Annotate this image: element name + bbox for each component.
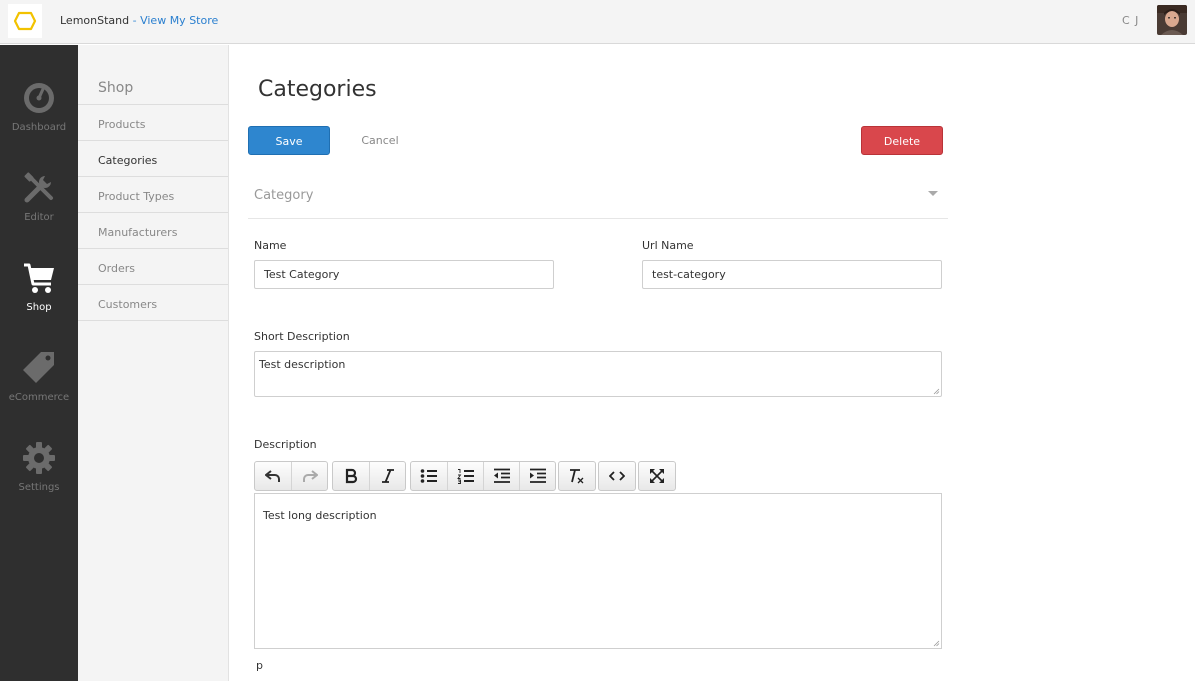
fullscreen-icon — [650, 469, 664, 483]
cancel-button[interactable]: Cancel — [358, 126, 402, 155]
name-field[interactable]: Test Category — [254, 260, 554, 289]
editor-element-path: p — [256, 659, 263, 672]
bullet-list-icon — [420, 469, 437, 483]
outdent-button[interactable] — [483, 462, 519, 490]
description-label: Description — [254, 438, 317, 451]
nav-label-shop: Shop — [26, 302, 52, 313]
subnav-item-customers[interactable]: Customers — [98, 298, 157, 311]
tag-icon — [23, 352, 54, 383]
view-my-store-link[interactable]: View My Store — [140, 14, 218, 27]
italic-icon — [381, 469, 394, 483]
list-group — [410, 461, 556, 491]
subnav-divider — [78, 104, 228, 105]
nav-item-editor[interactable]: Editor — [0, 170, 78, 260]
lemonstand-logo[interactable] — [8, 4, 42, 38]
bold-button[interactable] — [333, 462, 369, 490]
short-description-field[interactable]: Test description — [254, 351, 942, 397]
user-avatar-icon — [1157, 5, 1187, 35]
name-label: Name — [254, 239, 287, 252]
subnav-divider — [78, 176, 228, 177]
subnav-divider — [78, 140, 228, 141]
url-name-field[interactable]: test-category — [642, 260, 942, 289]
page-title: Categories — [258, 77, 377, 102]
url-name-label: Url Name — [642, 239, 694, 252]
cart-icon — [24, 263, 54, 293]
subnav-title: Shop — [98, 80, 134, 96]
nav-label-dashboard: Dashboard — [11, 122, 67, 133]
short-description-text: Test description — [259, 358, 346, 371]
subnav-item-categories[interactable]: Categories — [98, 154, 157, 167]
code-group — [598, 461, 636, 491]
fullscreen-group — [638, 461, 676, 491]
nav-label-settings: Settings — [18, 482, 60, 493]
delete-button[interactable]: Delete — [861, 126, 943, 155]
description-text: Test long description — [263, 509, 377, 522]
lemon-logo-icon — [13, 11, 37, 31]
nav-item-ecommerce[interactable]: eCommerce — [0, 350, 78, 440]
nav-item-settings[interactable]: Settings — [0, 440, 78, 530]
clear-format-icon — [570, 469, 584, 484]
bold-icon — [345, 468, 358, 484]
category-section-header[interactable]: Category — [248, 178, 948, 219]
nav-label-editor: Editor — [24, 212, 54, 223]
brand: LemonStand - View My Store — [60, 14, 218, 27]
subnav-item-products[interactable]: Products — [98, 118, 146, 131]
numbered-list-button[interactable] — [447, 462, 483, 490]
format-group — [332, 461, 406, 491]
numbered-list-icon — [456, 469, 474, 484]
brand-separator: - — [129, 14, 141, 27]
clear-format-button[interactable] — [559, 462, 595, 490]
code-view-button[interactable] — [599, 462, 635, 490]
sub-sidebar: Shop Products Categories Product Types M… — [78, 45, 229, 681]
chevron-down-icon[interactable] — [928, 191, 938, 196]
subnav-divider — [78, 284, 228, 285]
user-initials[interactable]: C J — [1122, 14, 1139, 27]
fullscreen-button[interactable] — [639, 462, 675, 490]
section-title: Category — [254, 188, 314, 203]
subnav-divider — [78, 320, 228, 321]
nav-item-dashboard[interactable]: Dashboard — [0, 80, 78, 170]
italic-button[interactable] — [369, 462, 405, 490]
undo-button[interactable] — [255, 462, 291, 490]
nav-item-shop[interactable]: Shop — [0, 260, 78, 350]
subnav-divider — [78, 212, 228, 213]
clear-format-group — [558, 461, 596, 491]
main-sidebar: Dashboard Editor Shop eCommerce Settings — [0, 45, 78, 681]
history-group — [254, 461, 328, 491]
redo-icon — [302, 470, 318, 482]
description-editor[interactable]: Test long description — [254, 493, 942, 649]
resize-grip-icon[interactable] — [933, 388, 940, 395]
tools-icon — [24, 172, 53, 203]
subnav-divider — [78, 248, 228, 249]
save-button[interactable]: Save — [248, 126, 330, 155]
avatar[interactable] — [1157, 5, 1187, 35]
outdent-icon — [493, 468, 510, 483]
app-name: LemonStand — [60, 14, 130, 27]
nav-label-ecommerce: eCommerce — [8, 392, 70, 403]
gear-icon — [23, 442, 55, 474]
subnav-item-orders[interactable]: Orders — [98, 262, 135, 275]
bullet-list-button[interactable] — [411, 462, 447, 490]
undo-icon — [265, 470, 280, 482]
dashboard-gauge-icon — [24, 83, 54, 113]
subnav-item-product-types[interactable]: Product Types — [98, 190, 174, 203]
indent-icon — [529, 468, 546, 483]
short-description-label: Short Description — [254, 330, 350, 343]
resize-grip-icon[interactable] — [933, 640, 940, 647]
subnav-item-manufacturers[interactable]: Manufacturers — [98, 226, 177, 239]
redo-button[interactable] — [291, 462, 327, 490]
indent-button[interactable] — [519, 462, 555, 490]
code-icon — [609, 471, 625, 481]
top-bar: LemonStand - View My Store C J — [0, 0, 1195, 44]
